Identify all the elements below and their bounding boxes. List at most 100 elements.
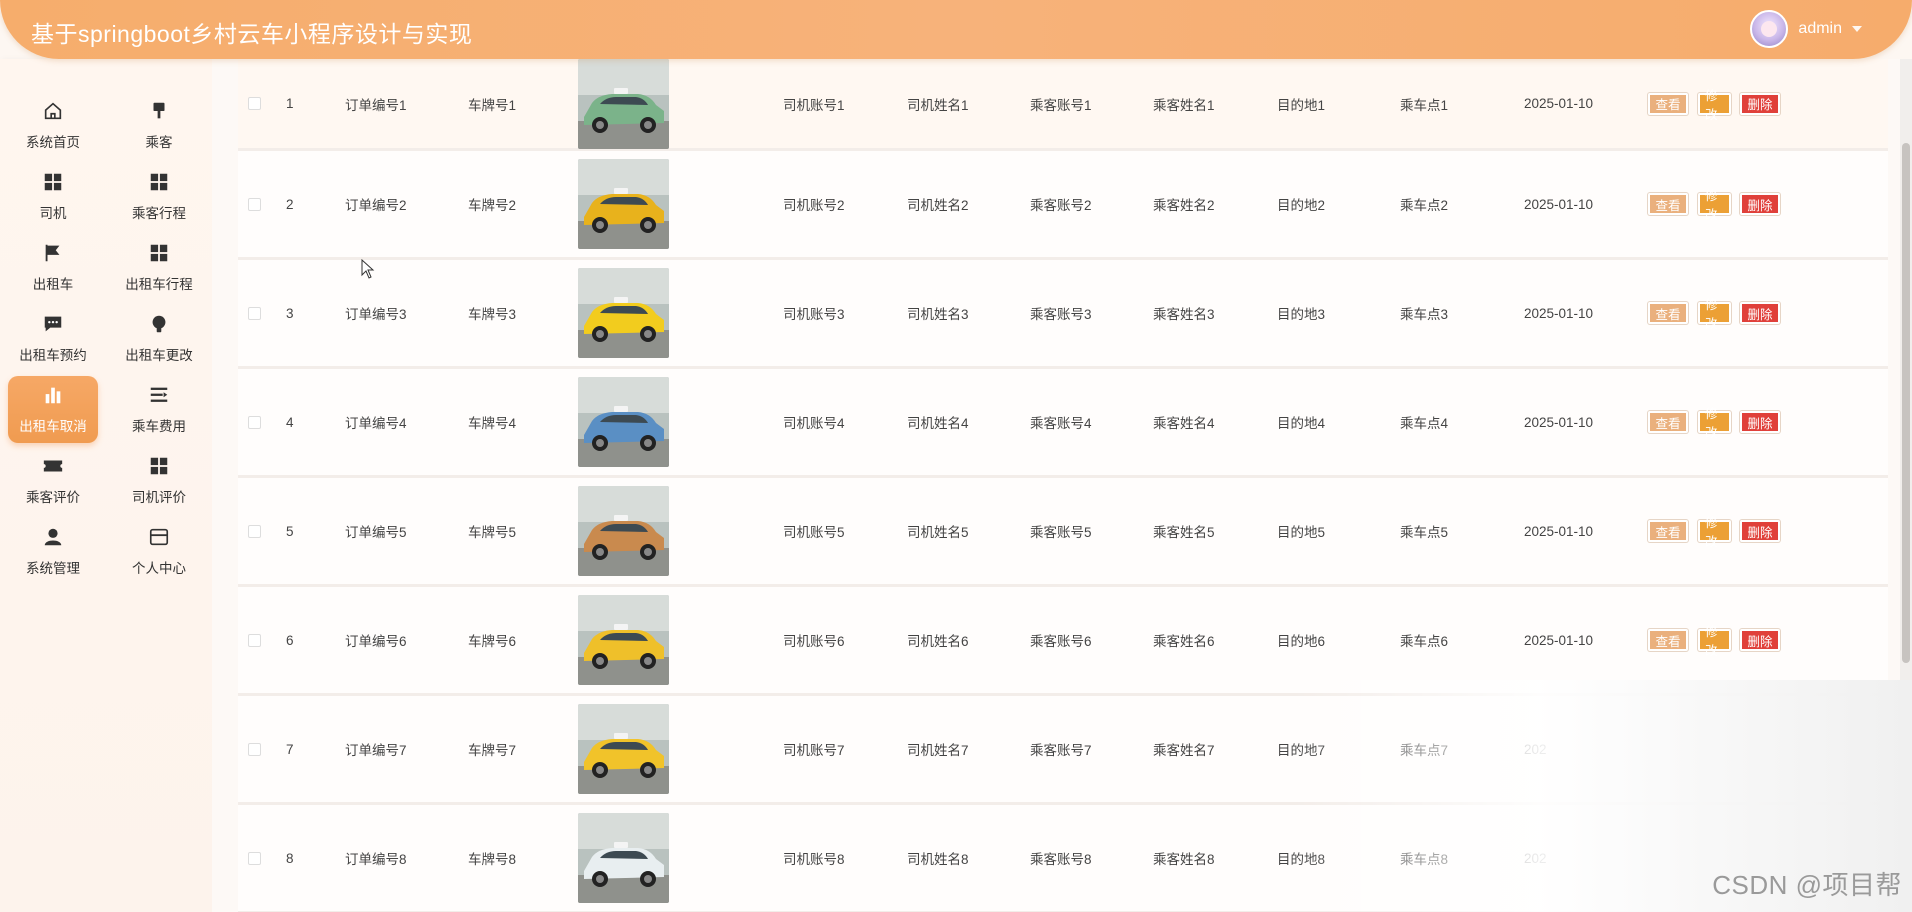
cell-driver-acct: 司机账号5 [783, 525, 845, 540]
grid-icon [148, 171, 170, 196]
view-button[interactable]: 查看 [1648, 302, 1688, 324]
delete-button[interactable]: 删除 [1740, 302, 1780, 324]
sidebar-item-12[interactable]: 系统管理 [0, 516, 106, 587]
taxi-photo [578, 268, 669, 358]
cell-idx: 3 [286, 305, 294, 321]
row-checkbox[interactable] [248, 633, 261, 647]
sidebar-item-6[interactable]: 出租车预约 [0, 303, 106, 374]
cell-pass-acct: 乘客账号7 [1030, 743, 1092, 758]
sidebar-item-2[interactable]: 司机 [0, 161, 106, 232]
sidebar-item-1[interactable]: 乘客 [106, 90, 212, 161]
edit-button[interactable]: 修改 [1698, 407, 1731, 440]
view-button[interactable]: 查看 [1648, 411, 1688, 433]
cell-order: 订单编号5 [345, 525, 407, 540]
table-row[interactable]: 2 订单编号2 车牌号2 司机账号2 司机姓名2 乘客账号2 乘客姓名2 目的地2 乘车点2 20… [238, 151, 1888, 260]
cell-dest: 目的地4 [1277, 416, 1326, 431]
sidebar-item-4[interactable]: 出租车 [0, 232, 106, 303]
delete-button[interactable]: 删除 [1740, 520, 1780, 542]
sidebar-item-label: 乘车费用 [132, 419, 186, 434]
cell-pass-name: 乘客姓名8 [1153, 852, 1215, 867]
edit-button[interactable]: 修改 [1698, 89, 1731, 122]
cell-idx: 2 [286, 196, 294, 212]
sidebar-item-label: 出租车预约 [19, 348, 87, 363]
cell-idx: 5 [286, 523, 294, 539]
bar-chart-icon [42, 384, 64, 409]
view-button[interactable]: 查看 [1648, 629, 1688, 651]
cell-pass-acct: 乘客账号6 [1030, 634, 1092, 649]
cell-pass-name: 乘客姓名7 [1153, 743, 1215, 758]
cell-dest: 目的地3 [1277, 307, 1326, 322]
chevron-down-icon[interactable] [1852, 26, 1862, 32]
scrollbar-thumb[interactable] [1902, 143, 1910, 663]
sidebar-item-5[interactable]: 出租车行程 [106, 232, 212, 303]
view-button[interactable]: 查看 [1648, 92, 1688, 115]
row-checkbox[interactable] [248, 97, 261, 110]
cell-date: 2025-01-10 [1524, 523, 1594, 539]
delete-button[interactable]: 删除 [1740, 92, 1780, 115]
cell-pickup: 乘车点7 [1400, 743, 1449, 758]
row-checkbox[interactable] [248, 851, 261, 865]
ticket-icon [42, 455, 64, 480]
username[interactable]: admin [1798, 20, 1842, 38]
row-checkbox[interactable] [248, 306, 261, 320]
sidebar-item-3[interactable]: 乘客行程 [106, 161, 212, 232]
cell-driver-name: 司机姓名1 [907, 97, 969, 113]
sidebar-item-label: 系统首页 [26, 135, 80, 150]
user-menu[interactable]: admin [1750, 10, 1862, 48]
table-row[interactable]: 7 订单编号7 车牌号7 司机账号7 司机姓名7 乘客账号7 乘客姓名7 目的地7 乘车点7 20… [238, 696, 1888, 805]
cell-plate: 车牌号4 [468, 416, 517, 431]
cell-driver-acct: 司机账号4 [783, 416, 845, 431]
edit-button[interactable]: 修改 [1698, 189, 1731, 222]
cell-driver-acct: 司机账号2 [783, 198, 845, 213]
grid-icon [148, 455, 170, 480]
row-checkbox[interactable] [248, 415, 261, 429]
delete-button[interactable]: 删除 [1740, 629, 1780, 651]
edit-button[interactable]: 修改 [1698, 625, 1731, 658]
row-checkbox[interactable] [248, 742, 261, 756]
delete-button[interactable]: 删除 [1740, 411, 1780, 433]
table-row[interactable]: 1 订单编号1 车牌号1 司机账号1 司机姓名1 乘客账号1 乘客姓名1 目的地1 乘车点1 20… [238, 59, 1888, 151]
sidebar-item-label: 系统管理 [26, 561, 80, 576]
row-checkbox[interactable] [248, 197, 261, 211]
taxi-photo [578, 813, 669, 903]
cell-order: 订单编号7 [345, 743, 407, 758]
table-row[interactable]: 3 订单编号3 车牌号3 司机账号3 司机姓名3 乘客账号3 乘客姓名3 目的地3 乘车点3 20… [238, 260, 1888, 369]
cell-dest: 目的地1 [1277, 97, 1326, 113]
taxi-photo [578, 486, 669, 576]
cell-order: 订单编号8 [345, 852, 407, 867]
edit-button[interactable]: 修改 [1698, 298, 1731, 331]
view-button[interactable]: 查看 [1648, 520, 1688, 542]
flag-icon [42, 242, 64, 267]
main-content: 1 订单编号1 车牌号1 司机账号1 司机姓名1 乘客账号1 乘客姓名1 目的地1 乘车点1 20… [212, 59, 1912, 912]
cell-date: 2025-01-10 [1524, 305, 1594, 321]
sidebar-item-11[interactable]: 司机评价 [106, 445, 212, 516]
list-icon [148, 384, 170, 409]
cell-plate: 车牌号8 [468, 852, 517, 867]
sidebar-item-label: 出租车 [32, 277, 74, 292]
table-row[interactable]: 4 订单编号4 车牌号4 司机账号4 司机姓名4 乘客账号4 乘客姓名4 目的地4 乘车点4 20… [238, 369, 1888, 478]
delete-button[interactable]: 删除 [1740, 193, 1780, 215]
cell-dest: 目的地7 [1277, 743, 1326, 758]
sidebar-item-10[interactable]: 乘客评价 [0, 445, 106, 516]
sidebar-item-7[interactable]: 出租车更改 [106, 303, 212, 374]
cell-date: 2025-01-10 [1524, 414, 1594, 430]
avatar[interactable] [1750, 10, 1789, 48]
cell-pass-name: 乘客姓名2 [1153, 198, 1215, 213]
sidebar-item-9[interactable]: 乘车费用 [106, 374, 212, 445]
cell-driver-name: 司机姓名7 [907, 743, 969, 758]
sidebar-item-0[interactable]: 系统首页 [0, 90, 106, 161]
sidebar-item-8[interactable]: 出租车取消 [8, 376, 98, 443]
edit-button[interactable]: 修改 [1698, 516, 1731, 549]
cell-driver-acct: 司机账号7 [783, 743, 845, 758]
cell-dest: 目的地8 [1277, 852, 1326, 867]
sidebar-item-13[interactable]: 个人中心 [106, 516, 212, 587]
vertical-scrollbar[interactable] [1900, 59, 1912, 912]
table-row[interactable]: 8 订单编号8 车牌号8 司机账号8 司机姓名8 乘客账号8 乘客姓名8 目的地8 乘车点8 20… [238, 805, 1888, 912]
taxi-photo [578, 704, 669, 794]
cell-driver-acct: 司机账号3 [783, 307, 845, 322]
row-checkbox[interactable] [248, 524, 261, 538]
cell-pass-acct: 乘客账号8 [1030, 852, 1092, 867]
table-row[interactable]: 6 订单编号6 车牌号6 司机账号6 司机姓名6 乘客账号6 乘客姓名6 目的地6 乘车点6 20… [238, 587, 1888, 696]
table-row[interactable]: 5 订单编号5 车牌号5 司机账号5 司机姓名5 乘客账号5 乘客姓名5 目的地5 乘车点5 20… [238, 478, 1888, 587]
view-button[interactable]: 查看 [1648, 193, 1688, 215]
